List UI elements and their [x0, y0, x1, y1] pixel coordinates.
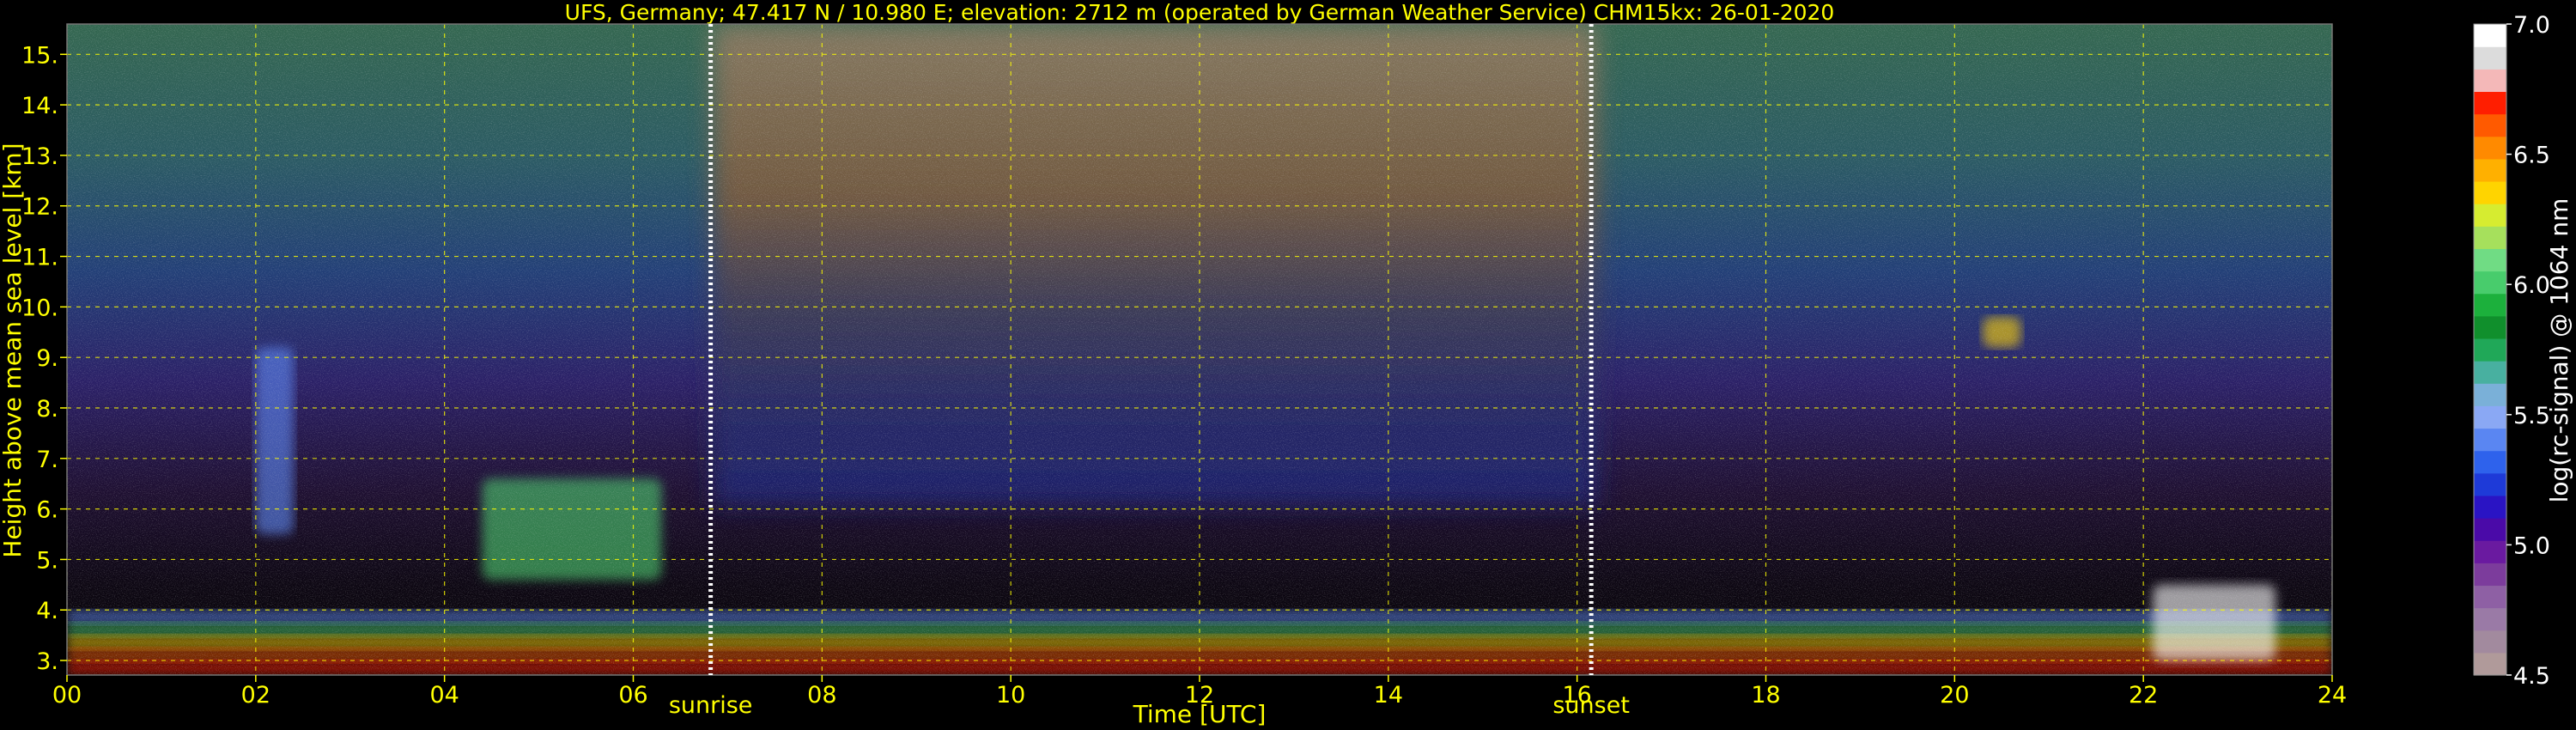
x-tick-label: 04	[429, 682, 459, 709]
colorbar-swatch	[2474, 46, 2506, 70]
colorbar-swatch	[2474, 405, 2506, 429]
colorbar-label: log(rc-signal) @ 1064 nm	[2545, 198, 2573, 503]
colorbar-tick-label: 7.0	[2513, 12, 2550, 39]
colorbar-swatch	[2474, 630, 2506, 654]
colorbar-swatch	[2474, 113, 2506, 137]
colorbar-swatch	[2474, 563, 2506, 587]
ceilometer-figure: UFS, Germany; 47.417 N / 10.980 E; eleva…	[0, 0, 2573, 728]
x-tick-label: 14	[1374, 682, 1403, 709]
colorbar-tick-label: 5.0	[2513, 532, 2550, 559]
x-tick-label: 18	[1751, 682, 1780, 709]
colorbar-swatch	[2474, 540, 2506, 563]
y-tick-label: 15.	[21, 42, 58, 69]
colorbar-swatch	[2474, 136, 2506, 160]
colorbar-swatch	[2474, 338, 2506, 362]
colorbar-swatch	[2474, 226, 2506, 249]
y-tick-label: 13.	[21, 143, 58, 170]
colorbar-tick-label: 4.5	[2513, 663, 2550, 690]
colorbar-tick-label: 6.5	[2513, 143, 2550, 169]
colorbar-swatch	[2474, 271, 2506, 295]
colorbar-swatch	[2474, 585, 2506, 609]
x-tick-label: 10	[996, 682, 1025, 709]
colorbar-swatch	[2474, 204, 2506, 227]
colorbar-swatch	[2474, 518, 2506, 541]
colorbar-swatch	[2474, 315, 2506, 339]
y-axis: 3. 4. 5. 6. 7. 8. 9. 10. 11. 12. 13. 14. 15.	[21, 42, 67, 675]
y-axis-label: Height above mean sea level [km]	[0, 143, 27, 557]
x-tick-label: 06	[618, 682, 647, 709]
plot-area	[67, 24, 2332, 675]
y-tick-label: 8.	[36, 396, 58, 423]
colorbar-swatch	[2474, 293, 2506, 317]
colorbar-swatch	[2474, 361, 2506, 384]
colorbar-swatch	[2474, 24, 2506, 47]
marker-label-sunrise: sunrise	[669, 692, 753, 719]
colorbar-swatch	[2474, 69, 2506, 93]
colorbar-swatch	[2474, 158, 2506, 182]
x-tick-label: 24	[2318, 682, 2347, 709]
y-tick-label: 3.	[36, 648, 58, 675]
y-tick-label: 9.	[36, 345, 58, 372]
x-tick-label: 00	[52, 682, 82, 709]
colorbar-swatch	[2474, 450, 2506, 474]
colorbar-swatch	[2474, 428, 2506, 452]
y-tick-label: 4.	[36, 598, 58, 624]
x-tick-label: 08	[807, 682, 836, 709]
x-tick-label: 22	[2129, 682, 2158, 709]
marker-label-sunset: sunset	[1552, 692, 1630, 719]
colorbar-swatch	[2474, 607, 2506, 631]
y-tick-label: 11.	[21, 245, 58, 271]
y-tick-label: 12.	[21, 194, 58, 221]
colorbar-swatch	[2474, 652, 2506, 676]
colorbar-swatch	[2474, 91, 2506, 115]
colorbar-swatch	[2474, 383, 2506, 406]
colorbar-swatch	[2474, 180, 2506, 204]
colorbar: 7.06.56.05.55.04.5	[2473, 12, 2550, 690]
colorbar-swatch	[2474, 472, 2506, 496]
y-tick-label: 14.	[21, 93, 58, 119]
x-tick-label: 20	[1940, 682, 1969, 709]
y-tick-label: 10.	[21, 295, 58, 321]
chart-title: UFS, Germany; 47.417 N / 10.980 E; eleva…	[565, 0, 1835, 25]
y-tick-label: 7.	[36, 447, 58, 473]
x-axis-label: Time [UTC]	[1133, 700, 1267, 728]
colorbar-swatch	[2474, 248, 2506, 272]
y-tick-label: 6.	[36, 497, 58, 524]
x-tick-label: 02	[241, 682, 270, 709]
y-tick-label: 5.	[36, 547, 58, 574]
colorbar-swatch	[2474, 495, 2506, 519]
